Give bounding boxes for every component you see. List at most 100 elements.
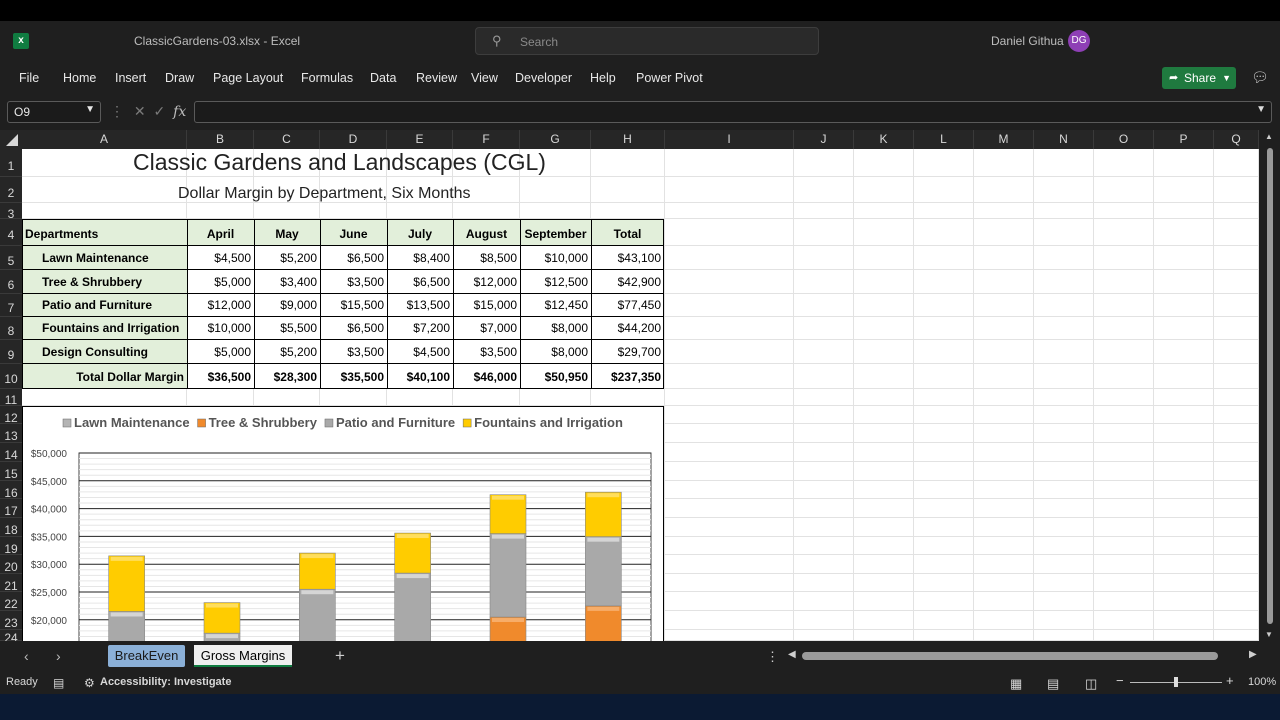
value-cell[interactable]: $8,500 (454, 251, 519, 265)
value-cell[interactable]: $3,500 (321, 345, 386, 359)
menu-page-layout[interactable]: Page Layout (213, 71, 283, 85)
header-may[interactable]: May (255, 227, 319, 241)
scroll-left-icon[interactable]: ◀ (788, 649, 796, 660)
total-cell[interactable]: $50,950 (521, 370, 590, 384)
menu-file[interactable]: File (19, 71, 39, 85)
value-cell[interactable]: $29,700 (592, 345, 663, 359)
sheet-subtitle[interactable]: Dollar Margin by Department, Six Months (178, 185, 471, 203)
column-header-f[interactable]: F (453, 130, 520, 149)
value-cell[interactable]: $5,000 (188, 345, 253, 359)
header-april[interactable]: April (188, 227, 253, 241)
row-header-24[interactable]: 24 (0, 630, 22, 645)
page-layout-view-icon[interactable]: ▤ (1047, 676, 1059, 692)
row-label[interactable]: Patio and Furniture (23, 298, 186, 312)
row-header-18[interactable]: 18 (0, 518, 22, 537)
bar-segment-august[interactable] (489, 494, 527, 534)
row-header-8[interactable]: 8 (0, 317, 22, 340)
row-header-14[interactable]: 14 (0, 443, 22, 462)
value-cell[interactable]: $42,900 (592, 275, 663, 289)
row-label[interactable]: Design Consulting (23, 345, 186, 359)
value-cell[interactable]: $8,000 (521, 321, 590, 335)
column-header-n[interactable]: N (1034, 130, 1094, 149)
row-header-23[interactable]: 23 (0, 611, 22, 630)
column-header-j[interactable]: J (794, 130, 854, 149)
header-september[interactable]: September (521, 227, 590, 241)
value-cell[interactable]: $8,400 (388, 251, 452, 265)
value-cell[interactable]: $5,000 (188, 275, 253, 289)
row-header-6[interactable]: 6 (0, 270, 22, 294)
bar-segment-july[interactable] (394, 572, 431, 641)
value-cell[interactable]: $5,500 (255, 321, 319, 335)
row-header-5[interactable]: 5 (0, 246, 22, 270)
zoom-out-icon[interactable]: − (1116, 673, 1124, 688)
scroll-down-icon[interactable]: ▼ (1265, 630, 1273, 639)
row-header-13[interactable]: 13 (0, 424, 22, 443)
add-sheet-button[interactable]: + (335, 646, 345, 666)
header-departments[interactable]: Departments (23, 227, 186, 241)
column-header-g[interactable]: G (520, 130, 591, 149)
enter-icon[interactable]: ✓ (154, 103, 166, 119)
share-button[interactable]: ➦ Share ▼ (1162, 67, 1236, 89)
zoom-slider-thumb[interactable] (1174, 677, 1178, 687)
scroll-right-icon[interactable]: ▶ (1249, 649, 1257, 660)
column-header-o[interactable]: O (1094, 130, 1154, 149)
value-cell[interactable]: $43,100 (592, 251, 663, 265)
chevron-down-icon[interactable]: ▼ (85, 104, 95, 115)
value-cell[interactable]: $3,500 (454, 345, 519, 359)
value-cell[interactable]: $12,000 (454, 275, 519, 289)
row-header-19[interactable]: 19 (0, 537, 22, 556)
column-header-m[interactable]: M (974, 130, 1034, 149)
vertical-scrollbar[interactable]: ▲ ▼ (1259, 130, 1280, 642)
menu-power-pivot[interactable]: Power Pivot (636, 71, 703, 85)
total-label[interactable]: Total Dollar Margin (23, 370, 186, 384)
chevron-down-icon[interactable]: ▼ (1222, 67, 1231, 89)
bar-segment-september[interactable] (585, 491, 622, 537)
value-cell[interactable]: $3,400 (255, 275, 319, 289)
value-cell[interactable]: $13,500 (388, 298, 452, 312)
value-cell[interactable]: $6,500 (388, 275, 452, 289)
zoom-in-icon[interactable]: + (1226, 673, 1234, 688)
row-header-4[interactable]: 4 (0, 219, 22, 246)
column-header-l[interactable]: L (914, 130, 974, 149)
total-cell[interactable]: $28,300 (255, 370, 319, 384)
menu-draw[interactable]: Draw (165, 71, 194, 85)
row-header-21[interactable]: 21 (0, 574, 22, 593)
value-cell[interactable]: $8,000 (521, 345, 590, 359)
bar-segment-april[interactable] (108, 555, 145, 612)
row-header-15[interactable]: 15 (0, 462, 22, 481)
value-cell[interactable]: $3,500 (321, 275, 386, 289)
value-cell[interactable]: $7,000 (454, 321, 519, 335)
macro-record-icon[interactable]: ▤ (53, 676, 64, 690)
header-june[interactable]: June (321, 227, 386, 241)
value-cell[interactable]: $44,200 (592, 321, 663, 335)
column-header-d[interactable]: D (320, 130, 387, 149)
stacked-column-chart[interactable]: $20,000 $25,000 $30,000 $35,000 $40,000 $45,0… (22, 406, 664, 641)
value-cell[interactable]: $12,000 (188, 298, 253, 312)
menu-home[interactable]: Home (63, 71, 96, 85)
row-header-22[interactable]: 22 (0, 592, 22, 611)
row-header-12[interactable]: 12 (0, 406, 22, 425)
total-cell[interactable]: $40,100 (388, 370, 452, 384)
column-header-b[interactable]: B (187, 130, 254, 149)
row-label[interactable]: Lawn Maintenance (23, 251, 186, 265)
cancel-icon[interactable]: ✕ (134, 103, 146, 119)
bar-segment-june[interactable] (299, 588, 336, 641)
value-cell[interactable]: $77,450 (592, 298, 663, 312)
total-cell[interactable]: $46,000 (454, 370, 519, 384)
total-cell[interactable]: $237,350 (592, 370, 663, 384)
name-box[interactable]: O9 ▼ (7, 101, 101, 123)
worksheet-grid[interactable]: Classic Gardens and Landscapes (CGL) Dol… (22, 149, 1259, 641)
bar-segment-september[interactable] (585, 605, 622, 641)
vertical-scroll-thumb[interactable] (1267, 148, 1273, 624)
next-sheet-icon[interactable]: › (56, 648, 61, 664)
zoom-level[interactable]: 100% (1248, 676, 1276, 688)
column-header-c[interactable]: C (254, 130, 320, 149)
header-august[interactable]: August (454, 227, 519, 241)
scroll-up-icon[interactable]: ▲ (1265, 132, 1273, 141)
menu-review[interactable]: Review (416, 71, 457, 85)
insert-function-icon[interactable]: fx (173, 104, 186, 120)
row-header-17[interactable]: 17 (0, 499, 22, 518)
page-break-view-icon[interactable]: ◫ (1085, 676, 1097, 692)
row-header-10[interactable]: 10 (0, 364, 22, 389)
menu-insert[interactable]: Insert (115, 71, 146, 85)
